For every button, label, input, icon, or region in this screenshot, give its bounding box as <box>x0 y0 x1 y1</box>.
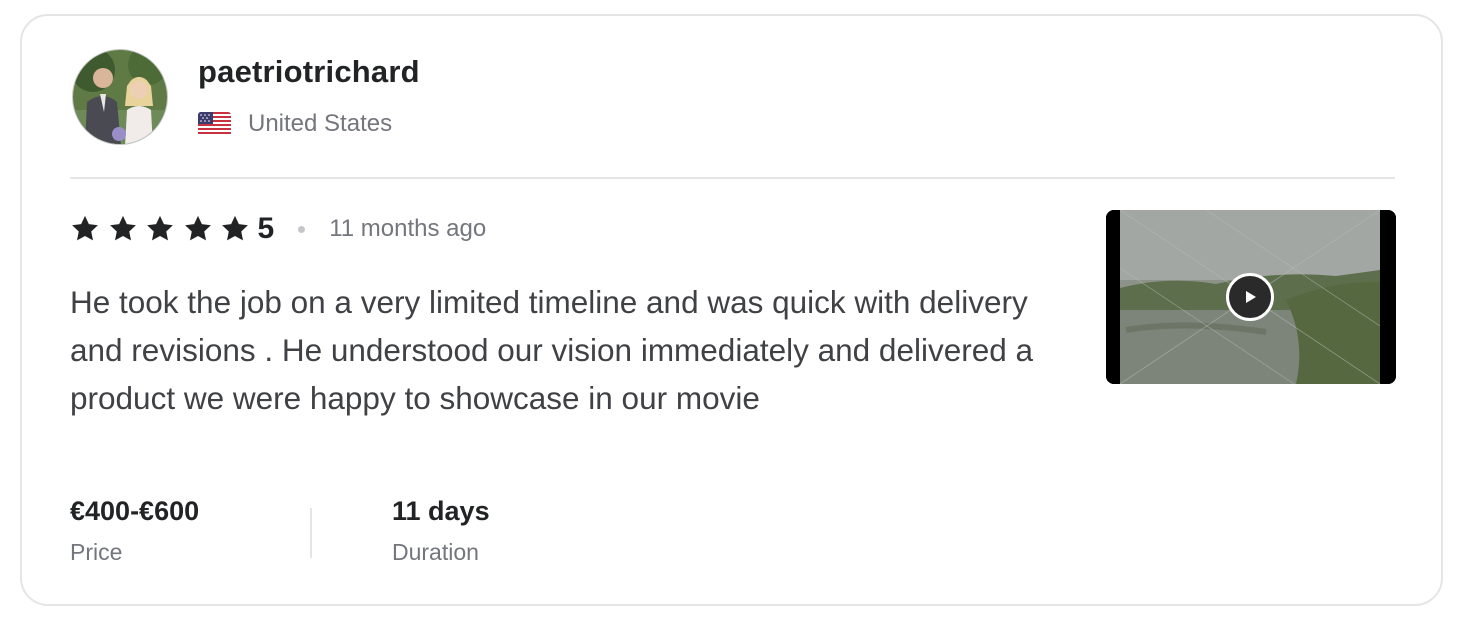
duration-value: 11 days <box>392 496 490 526</box>
divider <box>70 177 1395 179</box>
reviewer-country: United States <box>248 110 393 137</box>
star-icon <box>145 214 175 244</box>
review-time-ago: 11 months ago <box>329 215 487 242</box>
review-card: paetriotrichard United States 5 11 month… <box>20 14 1443 606</box>
reviewer-country-row: United States <box>198 110 392 138</box>
reviewer-username[interactable]: paetriotrichard <box>198 54 420 90</box>
duration-block: 11 days Duration <box>392 496 490 566</box>
rating-score: 5 <box>257 212 275 245</box>
star-icon <box>108 214 138 244</box>
star-rating <box>70 214 258 244</box>
meta-divider <box>310 508 312 558</box>
price-value: €400-€600 <box>70 496 200 526</box>
us-flag-icon <box>198 112 231 136</box>
separator-dot <box>298 225 306 233</box>
play-icon[interactable] <box>1226 273 1274 321</box>
star-icon <box>220 214 250 244</box>
rating-row: 5 11 months ago <box>70 212 486 246</box>
review-video-thumbnail[interactable] <box>1106 210 1396 384</box>
review-text: He took the job on a very limited timeli… <box>70 284 1034 416</box>
star-icon <box>70 214 100 244</box>
price-label: Price <box>70 539 123 565</box>
avatar[interactable] <box>72 49 168 145</box>
duration-label: Duration <box>392 539 479 565</box>
star-icon <box>183 214 213 244</box>
price-block: €400-€600 Price <box>70 496 199 566</box>
